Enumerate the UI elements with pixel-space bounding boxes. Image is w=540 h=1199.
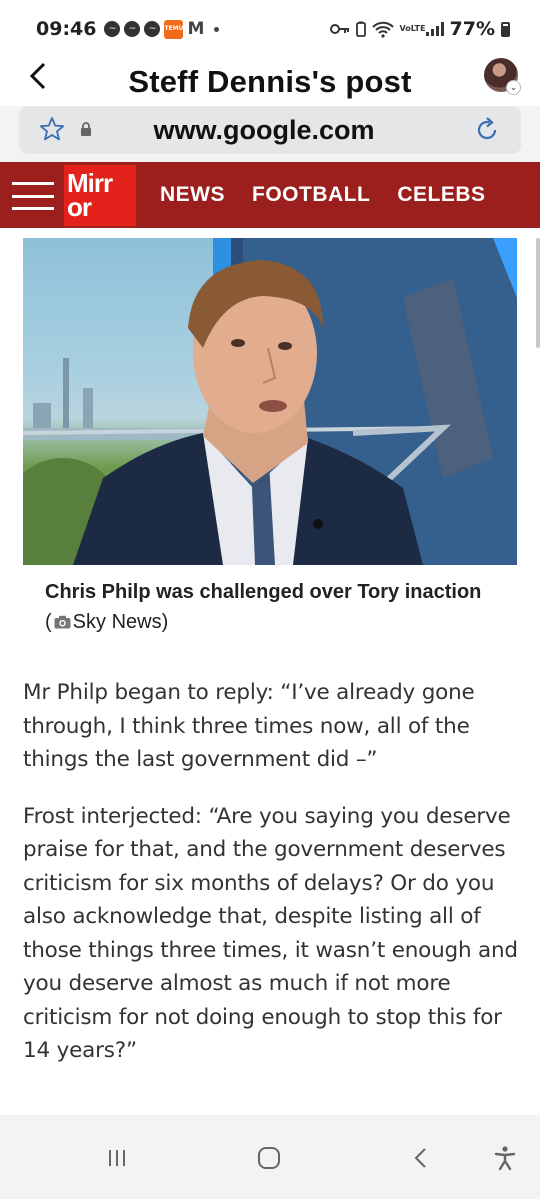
photo-caption: Chris Philp was challenged over Tory ina… bbox=[45, 577, 485, 637]
battery-saver-icon bbox=[355, 21, 366, 37]
messenger-icon: ~ bbox=[144, 21, 161, 37]
recent-apps-icon bbox=[109, 1150, 125, 1166]
star-icon[interactable] bbox=[39, 116, 65, 142]
article-body: Mr Philp began to reply: “I’ve already g… bbox=[23, 676, 523, 1091]
chevron-left-icon bbox=[29, 62, 46, 90]
reload-icon[interactable] bbox=[473, 116, 501, 144]
notification-icons: ~ ~ ~ TEMU M bbox=[104, 19, 220, 39]
mirror-logo[interactable]: Mirr or bbox=[64, 165, 136, 226]
dot-icon bbox=[214, 26, 220, 32]
vpn-key-icon bbox=[329, 24, 349, 34]
camera-icon bbox=[54, 615, 71, 629]
nav-link-news[interactable]: NEWS bbox=[160, 183, 225, 207]
lock-icon bbox=[81, 122, 91, 136]
nav-link-celebs[interactable]: CELEBS bbox=[397, 183, 485, 207]
article-photo bbox=[23, 238, 517, 565]
messenger-icon: ~ bbox=[104, 21, 121, 37]
signal-icon bbox=[425, 22, 444, 36]
url-bar-container: www.google.com bbox=[0, 106, 540, 162]
wifi-icon bbox=[371, 21, 394, 38]
photo-scene bbox=[23, 238, 517, 565]
temu-label: TEMU bbox=[164, 25, 184, 32]
home-button[interactable] bbox=[252, 1143, 286, 1173]
volte-label: VoLTE bbox=[399, 24, 426, 33]
caption-source: Sky News bbox=[72, 611, 162, 633]
temu-icon: TEMU bbox=[164, 19, 184, 39]
recent-apps-button[interactable] bbox=[100, 1143, 134, 1173]
status-time: 09:46 bbox=[36, 18, 97, 40]
url-text[interactable]: www.google.com bbox=[19, 115, 521, 146]
back-nav-button[interactable] bbox=[404, 1143, 438, 1173]
system-nav-bar bbox=[0, 1115, 540, 1199]
battery-icon bbox=[501, 21, 510, 37]
chevron-down-icon: ⌄ bbox=[506, 80, 521, 95]
status-bar: 09:46 ~ ~ ~ TEMU M VoLTE 77% bbox=[0, 0, 540, 58]
back-icon bbox=[414, 1148, 426, 1168]
messenger-icon: ~ bbox=[124, 21, 141, 37]
menu-icon[interactable] bbox=[12, 182, 54, 210]
url-bar[interactable]: www.google.com bbox=[19, 106, 521, 154]
scroll-indicator[interactable] bbox=[536, 238, 540, 348]
article-paragraph: Mr Philp began to reply: “I’ve already g… bbox=[23, 680, 475, 772]
battery-percent: 77% bbox=[449, 18, 495, 40]
status-right: VoLTE 77% bbox=[329, 18, 510, 40]
page-title: Steff Dennis's post bbox=[128, 64, 412, 99]
nav-links: NEWS FOOTBALL CELEBS bbox=[160, 162, 486, 228]
gmail-icon: M bbox=[187, 19, 205, 39]
home-icon bbox=[258, 1147, 280, 1169]
post-header: Steff Dennis's post ⌄ bbox=[0, 58, 540, 106]
avatar[interactable]: ⌄ bbox=[484, 58, 521, 95]
back-button[interactable] bbox=[26, 60, 56, 100]
accessibility-icon bbox=[494, 1146, 516, 1171]
article-paragraph: Frost interjected: “Are you saying you d… bbox=[23, 803, 518, 1064]
site-nav: Mirr or NEWS FOOTBALL CELEBS bbox=[0, 162, 540, 228]
accessibility-button[interactable] bbox=[488, 1143, 522, 1173]
nav-link-football[interactable]: FOOTBALL bbox=[252, 183, 370, 207]
caption-text: Chris Philp was challenged over Tory ina… bbox=[45, 581, 482, 603]
caption-source-wrap: (Sky News) bbox=[45, 611, 169, 633]
